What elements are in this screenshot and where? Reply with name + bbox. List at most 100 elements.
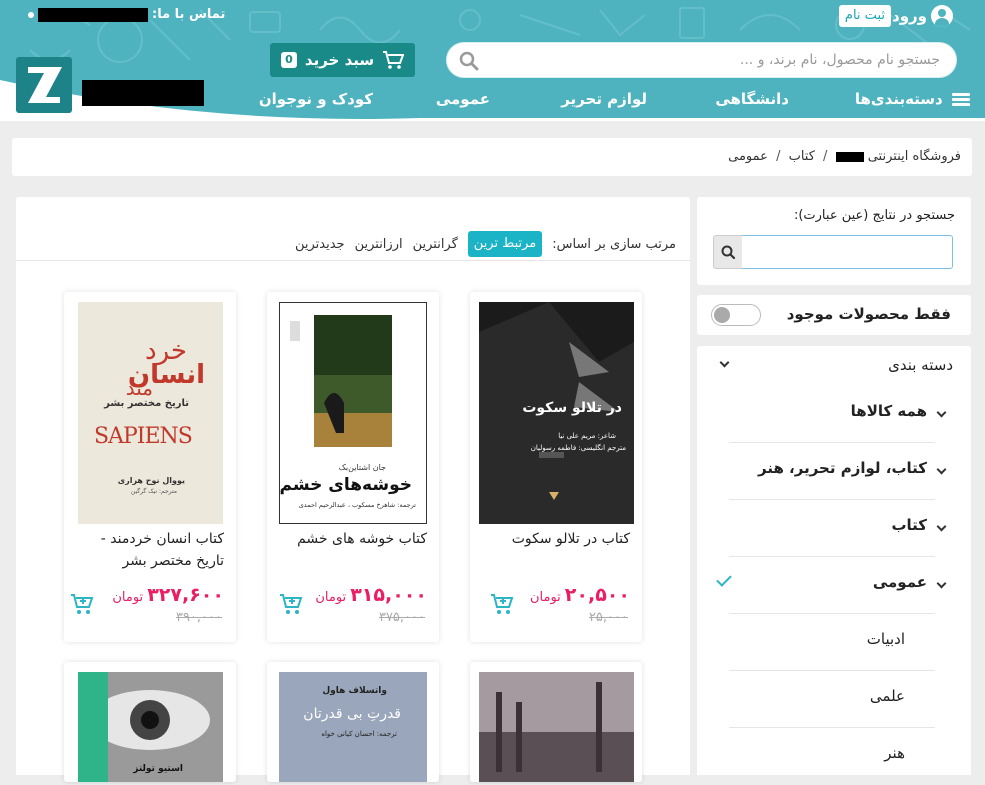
user-icon — [931, 5, 953, 27]
redacted-logo-text — [82, 80, 204, 106]
sort-cheap[interactable]: ارزانترین — [355, 237, 403, 252]
category-book-stationery-art[interactable]: کتاب، لوازم تحریر، هنر — [729, 443, 947, 500]
sort-newest[interactable]: جدیدترین — [295, 237, 345, 252]
in-stock-filter: فقط محصولات موجود — [697, 295, 971, 335]
cover-title: خوشه‌های خشم — [279, 475, 412, 495]
cover-author: استیو تولتز — [133, 764, 183, 774]
results-search-panel: جستجو در نتایج (عین عبارت): — [697, 197, 971, 285]
cart-button[interactable]: سبد خرید 0 — [270, 43, 415, 77]
product-image[interactable]: خرد انسان مند تاریخ مختصر بشر SAPIENS یو… — [78, 302, 223, 524]
logo-icon — [28, 67, 62, 103]
search-input[interactable] — [502, 43, 942, 77]
sort-expensive[interactable]: گرانترین — [413, 237, 458, 252]
product-image[interactable]: در تلالو سکوت شاعر: مریم علی نیا مترجم ا… — [479, 302, 634, 524]
results-search-label: جستجو در نتایج (عین عبارت): — [793, 208, 955, 223]
category-book[interactable]: کتاب — [729, 500, 947, 557]
breadcrumb-book[interactable]: کتاب — [789, 149, 815, 164]
category-general[interactable]: عمومی — [729, 557, 947, 614]
cover-author: یووال نوح هراری — [117, 476, 185, 485]
product-price: ۳۱۵,۰۰۰تومان — [315, 584, 427, 606]
site-header: تماس با ما: ثبت نام ورود سبد خرید 0 — [0, 0, 985, 121]
menu-icon — [952, 92, 970, 107]
chevron-down-icon[interactable] — [719, 357, 730, 368]
login-label: ورود — [892, 7, 927, 25]
cover-art — [479, 672, 634, 782]
cover-mid: مند — [125, 376, 153, 400]
cart-label: سبد خرید — [304, 51, 375, 69]
contact-label: تماس با ما: — [152, 7, 226, 22]
results-search-button[interactable] — [713, 235, 742, 269]
register-button[interactable]: ثبت نام — [838, 5, 891, 27]
category-panel: دسته بندی همه کالاها کتاب، لوازم تحریر، … — [697, 346, 971, 775]
chevron-down-icon — [936, 407, 947, 418]
sort-bar: مرتب سازی بر اساس: مرتبط ترین گرانترین ا… — [295, 231, 676, 257]
product-card[interactable] — [470, 662, 642, 782]
nav-categories[interactable]: دسته‌بندی‌ها — [855, 90, 970, 108]
divider — [16, 260, 690, 261]
main-nav: دسته‌بندی‌ها دانشگاهی لوازم تحریر عمومی … — [259, 88, 970, 114]
cover-line: مترجم: نیک گرگین — [130, 488, 177, 495]
product-image[interactable]: واتسلاف هاول قدرتِ بی قدرتان ترجمه: احسا… — [279, 672, 427, 782]
contact-info: تماس با ما: — [28, 7, 225, 22]
nav-university[interactable]: دانشگاهی — [715, 90, 789, 108]
product-image[interactable]: جان اشتاین‌بک خوشه‌های خشم ترجمه: شاهرخ … — [279, 302, 427, 524]
product-price: ۳۲۷,۶۰۰تومان — [112, 584, 224, 606]
product-title[interactable]: کتاب انسان خردمند - تاریخ مختصر بشر — [72, 528, 224, 572]
category-art[interactable]: هنر — [729, 728, 935, 785]
category-title[interactable]: دسته بندی — [888, 356, 953, 374]
login-button[interactable]: ورود — [892, 4, 953, 28]
cover-line: ترجمه: احسان کیانی خواه — [321, 730, 397, 738]
product-image[interactable] — [479, 672, 634, 782]
cart-count-badge: 0 — [280, 52, 297, 68]
redacted-store-name — [835, 151, 864, 162]
breadcrumb-current: عمومی — [728, 149, 768, 164]
chevron-down-icon — [936, 578, 947, 589]
cover-title: قدرتِ بی قدرتان — [303, 706, 401, 722]
add-to-cart-icon[interactable] — [279, 592, 303, 616]
product-card[interactable]: در تلالو سکوت شاعر: مریم علی نیا مترجم ا… — [470, 292, 642, 642]
sort-relevant[interactable]: مرتبط ترین — [467, 231, 543, 257]
search-bar[interactable] — [446, 42, 957, 78]
top-bar: تماس با ما: ثبت نام ورود — [0, 0, 985, 33]
product-title[interactable]: کتاب در تلالو سکوت — [478, 528, 630, 550]
category-all[interactable]: همه کالاها — [729, 386, 947, 443]
in-stock-toggle[interactable] — [711, 304, 761, 326]
cover-line: مترجم انگلیسی: فاطمه رسولیان — [530, 444, 626, 452]
product-card[interactable]: خرد انسان مند تاریخ مختصر بشر SAPIENS یو… — [64, 292, 236, 642]
sort-label: مرتب سازی بر اساس: — [552, 236, 676, 252]
nav-kids[interactable]: کودک و نوجوان — [259, 90, 373, 108]
cover-author: واتسلاف هاول — [322, 686, 387, 696]
category-literature[interactable]: ادبیات — [729, 614, 935, 671]
breadcrumb-separator: / — [776, 149, 781, 164]
nav-stationery[interactable]: لوازم تحریر — [561, 90, 647, 108]
cover-en-title: SAPIENS — [94, 424, 193, 449]
product-old-price: ۳۷۵,۰۰۰ — [378, 610, 425, 625]
product-card[interactable]: واتسلاف هاول قدرتِ بی قدرتان ترجمه: احسا… — [267, 662, 439, 782]
product-image[interactable]: استیو تولتز — [78, 672, 223, 782]
site-logo[interactable] — [16, 57, 72, 113]
redacted-phone — [38, 7, 148, 22]
product-old-price: ۳۹۰,۰۰۰ — [175, 610, 222, 625]
add-to-cart-icon[interactable] — [70, 592, 94, 616]
product-listing: مرتب سازی بر اساس: مرتبط ترین گرانترین ا… — [16, 197, 690, 782]
breadcrumb: فروشگاه اینترنتی / کتاب / عمومی — [12, 138, 972, 176]
cover-line: ترجمه: شاهرخ مسکوب ، عبدالرحیم احمدی — [298, 501, 416, 509]
product-card[interactable]: استیو تولتز — [64, 662, 236, 782]
product-old-price: ۲۵,۰۰۰ — [588, 610, 628, 625]
category-science[interactable]: علمی — [729, 671, 935, 728]
cover-author: جان اشتاین‌بک — [338, 463, 386, 472]
search-icon[interactable] — [459, 51, 479, 71]
chevron-down-icon — [936, 521, 947, 532]
results-search-input[interactable] — [741, 235, 953, 269]
product-price: ۲۰,۵۰۰تومان — [529, 584, 630, 606]
add-to-cart-icon[interactable] — [490, 592, 514, 616]
nav-general[interactable]: عمومی — [436, 90, 490, 108]
contact-bullet-icon — [28, 11, 34, 18]
chevron-down-icon — [936, 464, 947, 475]
product-title[interactable]: کتاب خوشه های خشم — [275, 528, 427, 550]
product-card[interactable]: جان اشتاین‌بک خوشه‌های خشم ترجمه: شاهرخ … — [267, 292, 439, 642]
breadcrumb-home[interactable]: فروشگاه اینترنتی — [868, 149, 961, 164]
cover-line: شاعر: مریم علی نیا — [558, 432, 616, 440]
cart-icon — [383, 51, 405, 69]
breadcrumb-separator: / — [823, 149, 828, 164]
